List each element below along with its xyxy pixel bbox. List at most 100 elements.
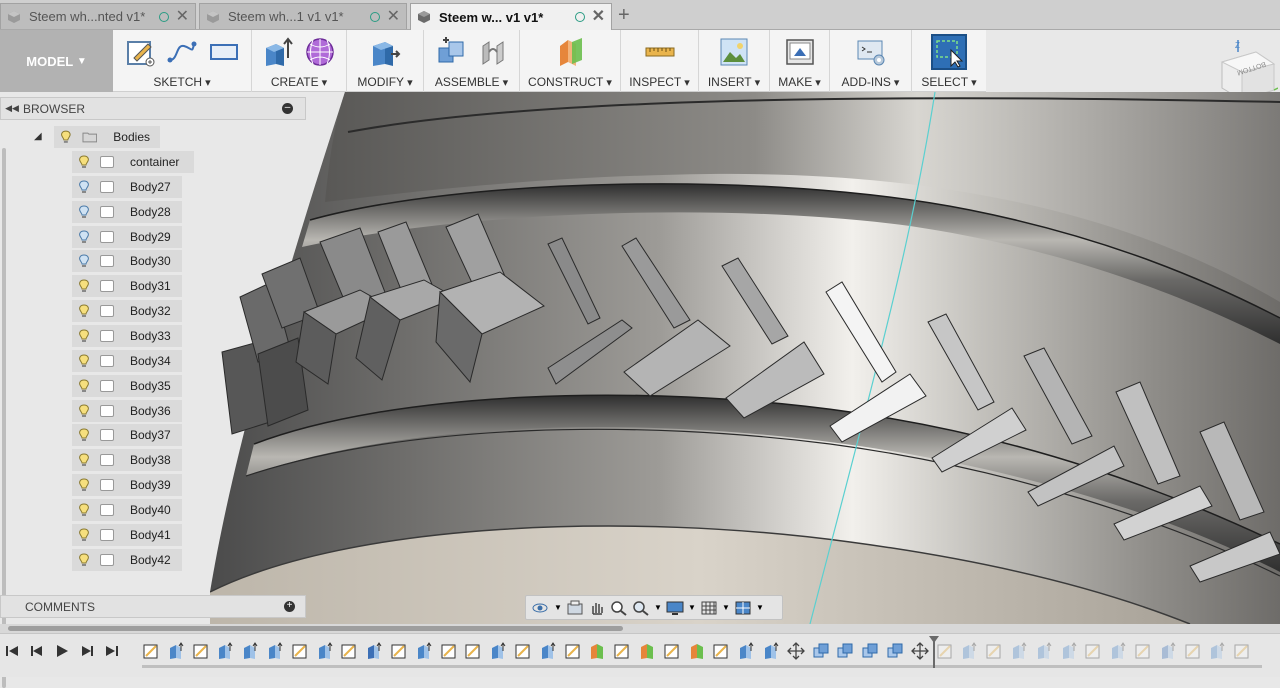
chevron-down-icon[interactable]: ▼: [654, 600, 662, 616]
timeline-marker[interactable]: [929, 636, 939, 668]
timeline-extrude-icon[interactable]: [216, 642, 234, 660]
rectangle-icon[interactable]: [208, 36, 240, 68]
lightbulb-icon[interactable]: [78, 354, 90, 368]
timeline-extrude-icon[interactable]: [1035, 642, 1053, 660]
document-tab-2[interactable]: Steem wh...1 v1 v1* ✕: [199, 3, 407, 29]
lightbulb-icon[interactable]: [78, 254, 90, 268]
expand-comments-icon[interactable]: +: [284, 601, 295, 612]
viewport-horizontal-scrollbar[interactable]: [0, 624, 1280, 633]
chevron-down-icon[interactable]: ▼: [722, 600, 730, 616]
expand-triangle-icon[interactable]: ◢: [34, 131, 42, 142]
timeline-combine-icon[interactable]: [861, 642, 879, 660]
lightbulb-icon[interactable]: [78, 528, 90, 542]
new-tab-plus-icon[interactable]: +: [618, 4, 630, 27]
timeline-extrude-icon[interactable]: [167, 642, 185, 660]
select-cursor-icon[interactable]: [931, 34, 967, 70]
timeline-extrude-icon[interactable]: [1060, 642, 1078, 660]
comments-header[interactable]: COMMENTS +: [0, 595, 306, 618]
orbit-icon[interactable]: [532, 600, 550, 616]
timeline-extrude-icon[interactable]: [737, 642, 755, 660]
lightbulb-icon[interactable]: [78, 379, 90, 393]
browser-body-item[interactable]: Body40: [72, 498, 182, 521]
timeline-extrude-icon[interactable]: [762, 642, 780, 660]
form-sphere-icon[interactable]: [304, 36, 336, 68]
browser-body-item[interactable]: Body31: [72, 275, 182, 298]
scripts-add-ins-icon[interactable]: [855, 36, 887, 68]
make-group[interactable]: MAKE: [770, 30, 830, 92]
timeline-fillet-icon[interactable]: [1208, 642, 1226, 660]
timeline-sketch-icon[interactable]: [1233, 642, 1251, 660]
create-sketch-icon[interactable]: [124, 36, 156, 68]
timeline-combine-icon[interactable]: [812, 642, 830, 660]
timeline-extrude-icon[interactable]: [316, 642, 334, 660]
timeline-plane-icon[interactable]: [588, 642, 606, 660]
timeline-sketch-icon[interactable]: [390, 642, 408, 660]
fit-zoom-icon[interactable]: [632, 600, 650, 616]
timeline-extrude-icon[interactable]: [1109, 642, 1127, 660]
pan-hand-icon[interactable]: [588, 600, 606, 616]
timeline-sketch-icon[interactable]: [663, 642, 681, 660]
lightbulb-icon[interactable]: [78, 478, 90, 492]
timeline-plane-icon[interactable]: [688, 642, 706, 660]
timeline-extrude-icon[interactable]: [241, 642, 259, 660]
browser-body-item[interactable]: Body33: [72, 324, 182, 347]
chevron-down-icon[interactable]: ▼: [756, 600, 764, 616]
zoom-icon[interactable]: [610, 600, 628, 616]
timeline-form-icon[interactable]: [539, 642, 557, 660]
browser-body-item[interactable]: Body30: [72, 250, 182, 273]
browser-body-item[interactable]: Body27: [72, 175, 182, 198]
insert-image-icon[interactable]: [718, 36, 750, 68]
browser-body-item[interactable]: Body42: [72, 548, 182, 571]
timeline-shell-icon[interactable]: [489, 642, 507, 660]
browser-body-item[interactable]: Body36: [72, 399, 182, 422]
look-at-icon[interactable]: [566, 600, 584, 616]
modify-group[interactable]: MODIFY: [347, 30, 424, 92]
spline-icon[interactable]: [166, 36, 198, 68]
bodies-folder[interactable]: Bodies: [54, 126, 160, 148]
grid-settings-icon[interactable]: [700, 600, 718, 616]
step-back-icon[interactable]: [29, 643, 45, 659]
timeline-combine-icon[interactable]: [886, 642, 904, 660]
document-tab-3-active[interactable]: Steem w... v1 v1* ✕: [410, 3, 612, 30]
collapse-panel-icon[interactable]: ◀◀: [1, 103, 23, 114]
add-ins-group[interactable]: ADD-INS: [830, 30, 912, 92]
collapse-browser-icon[interactable]: –: [282, 103, 293, 114]
timeline-cut-icon[interactable]: [1159, 642, 1177, 660]
close-tab-icon[interactable]: ✕: [176, 8, 189, 25]
extrude-icon[interactable]: [262, 36, 294, 68]
lightbulb-icon[interactable]: [60, 130, 72, 144]
create-group[interactable]: CREATE: [252, 30, 347, 92]
lightbulb-icon[interactable]: [78, 428, 90, 442]
timeline-combine-icon[interactable]: [836, 642, 854, 660]
timeline-sketch-icon[interactable]: [712, 642, 730, 660]
timeline-sketch-icon[interactable]: [340, 642, 358, 660]
close-tab-icon[interactable]: ✕: [387, 8, 400, 25]
lightbulb-icon[interactable]: [78, 205, 90, 219]
timeline-sketch-icon[interactable]: [514, 642, 532, 660]
lightbulb-icon[interactable]: [78, 180, 90, 194]
joint-icon[interactable]: [477, 36, 509, 68]
timeline-sketch-icon[interactable]: [192, 642, 210, 660]
timeline-sketch-icon[interactable]: [142, 642, 160, 660]
lightbulb-icon[interactable]: [78, 329, 90, 343]
timeline-extrude-icon[interactable]: [266, 642, 284, 660]
construct-group[interactable]: CONSTRUCT: [520, 30, 621, 92]
lightbulb-icon[interactable]: [78, 304, 90, 318]
timeline-extrude-icon[interactable]: [1010, 642, 1028, 660]
timeline-sketch-icon[interactable]: [291, 642, 309, 660]
lightbulb-icon[interactable]: [78, 403, 90, 418]
document-tab-1[interactable]: Steem wh...nted v1* ✕: [0, 3, 196, 29]
go-to-start-icon[interactable]: [4, 643, 20, 659]
go-to-end-icon[interactable]: [104, 643, 120, 659]
measure-icon[interactable]: [644, 36, 676, 68]
new-component-icon[interactable]: [435, 36, 467, 68]
viewports-icon[interactable]: [734, 600, 752, 616]
workspace-switcher-button[interactable]: MODEL ▼: [0, 30, 113, 92]
browser-body-item[interactable]: Body37: [72, 424, 182, 447]
timeline-sketch-icon[interactable]: [985, 642, 1003, 660]
3d-viewport[interactable]: [210, 92, 1280, 624]
lightbulb-icon[interactable]: [78, 553, 90, 567]
timeline-move-icon[interactable]: [786, 642, 805, 660]
browser-body-item[interactable]: Body32: [72, 300, 182, 323]
timeline-sketch-icon[interactable]: [613, 642, 631, 660]
